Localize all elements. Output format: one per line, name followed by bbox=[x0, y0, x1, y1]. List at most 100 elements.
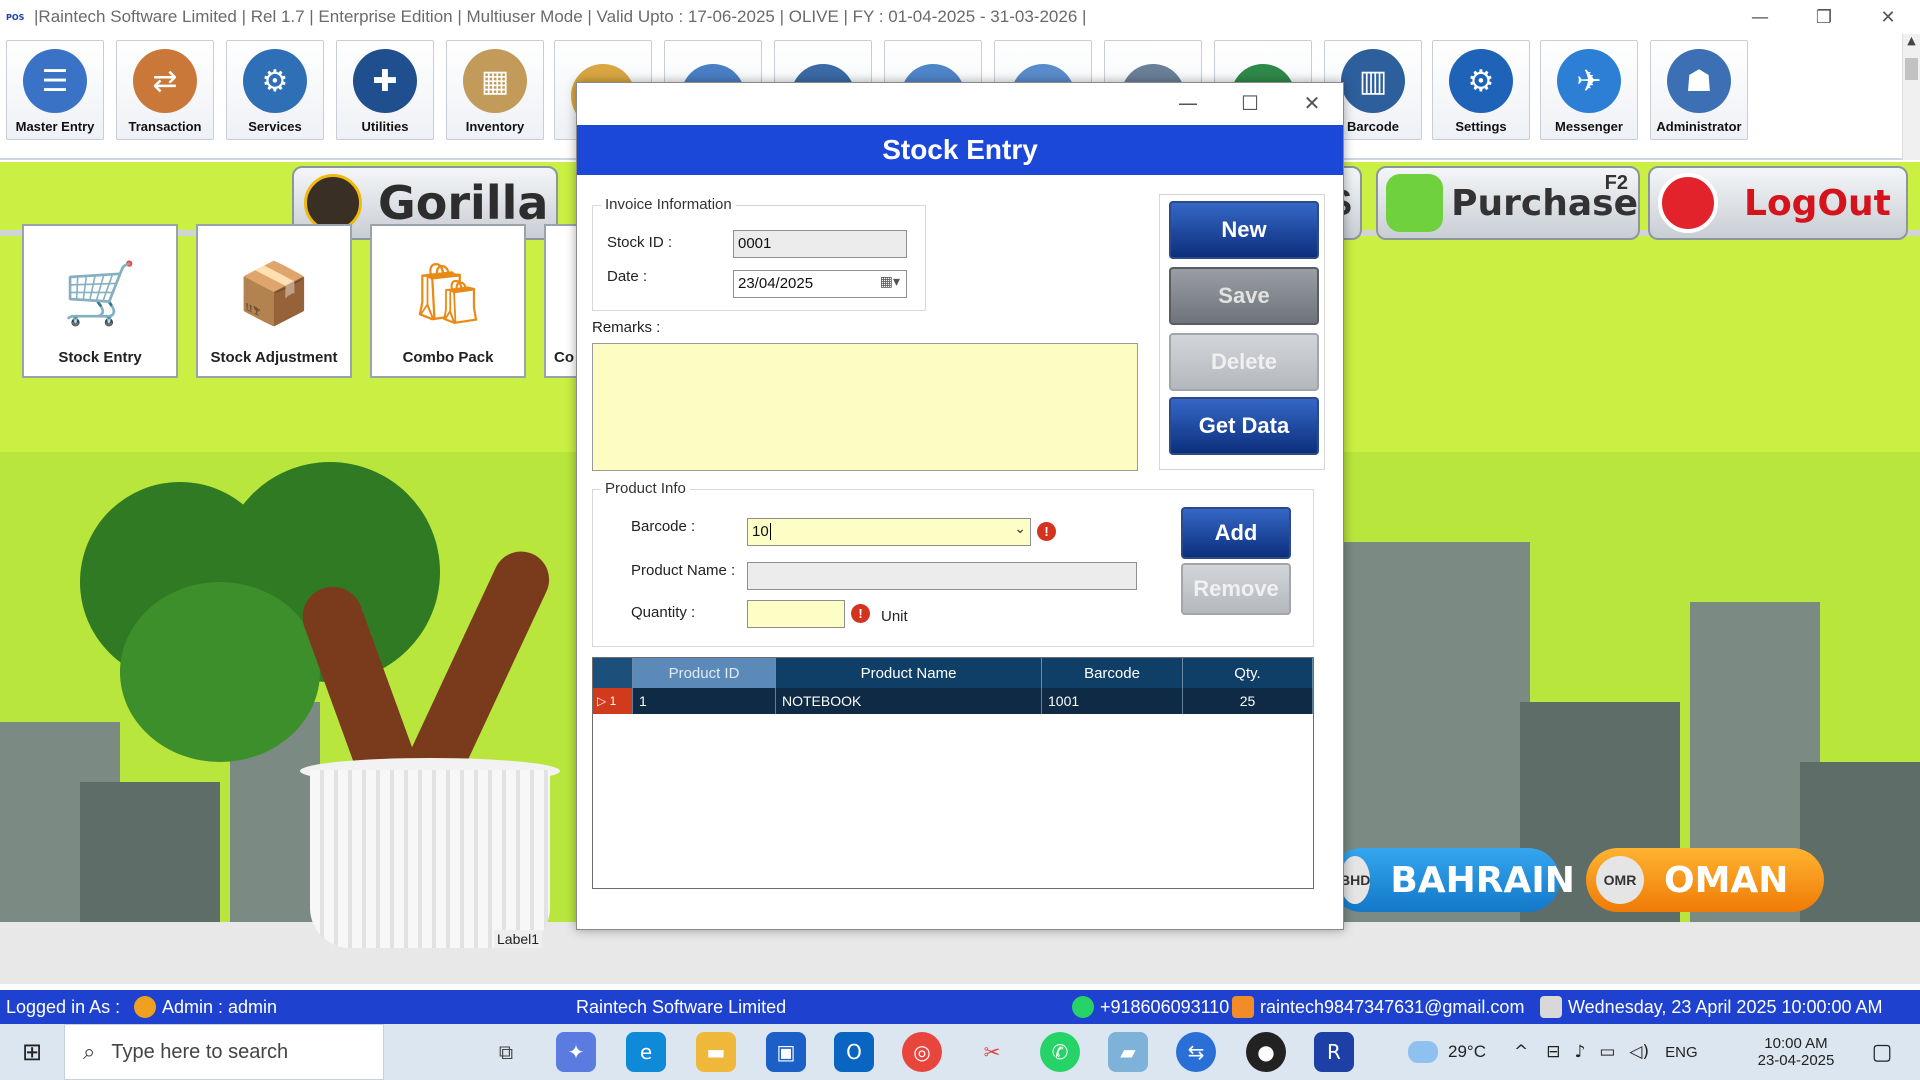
windows-start-icon[interactable]: ⊞ bbox=[0, 1024, 64, 1080]
close-button[interactable]: ✕ bbox=[1856, 0, 1920, 34]
settings-gear-icon: ⚙ bbox=[1449, 49, 1513, 113]
col-product-name[interactable]: Product Name bbox=[776, 658, 1042, 688]
logout-label: LogOut bbox=[1744, 182, 1891, 224]
bahrain-currency-badge: BHD bbox=[1340, 856, 1371, 904]
administrator-button[interactable]: ☗ Administrator bbox=[1650, 40, 1748, 140]
save-button[interactable]: Save bbox=[1169, 267, 1319, 325]
purchase-button[interactable]: Purchase F2 bbox=[1376, 166, 1640, 240]
barcode-combobox[interactable]: 10 ⌄ bbox=[747, 518, 1031, 546]
delete-button[interactable]: Delete bbox=[1169, 333, 1319, 391]
remarks-textarea[interactable] bbox=[592, 343, 1138, 471]
dialog-maximize-button[interactable]: ☐ bbox=[1219, 83, 1281, 123]
services-button[interactable]: ⚙ Services bbox=[226, 40, 324, 140]
master-entry-button[interactable]: ☰ Master Entry bbox=[6, 40, 104, 140]
toolbar-label: Messenger bbox=[1555, 119, 1623, 134]
flower-pot bbox=[310, 770, 550, 948]
utilities-button[interactable]: ✚ Utilities bbox=[336, 40, 434, 140]
invoice-information-group: Invoice Information Stock ID : 0001 Date… bbox=[592, 196, 926, 311]
whatsapp-taskbar-icon[interactable]: ✆ bbox=[1040, 1032, 1080, 1072]
remove-button[interactable]: Remove bbox=[1181, 563, 1291, 615]
task-view-icon[interactable]: ⧉ bbox=[486, 1032, 526, 1072]
product-grid[interactable]: Product ID Product Name Barcode Qty. ▷ 1… bbox=[592, 657, 1314, 889]
scroll-thumb[interactable] bbox=[1905, 58, 1918, 80]
add-button[interactable]: Add bbox=[1181, 507, 1291, 559]
remarks-label: Remarks : bbox=[592, 319, 661, 336]
barcode-scanner-icon: ▥ bbox=[1341, 49, 1405, 113]
display-icon[interactable]: ▭ bbox=[1599, 1042, 1615, 1062]
barcode-label: Barcode : bbox=[631, 518, 696, 535]
microphone-icon[interactable]: ♪ bbox=[1574, 1042, 1585, 1062]
language-indicator[interactable]: ENG bbox=[1665, 1044, 1698, 1061]
minimize-button[interactable]: — bbox=[1728, 0, 1792, 34]
quantity-field[interactable] bbox=[747, 600, 845, 628]
module-label: Stock Entry bbox=[58, 349, 142, 366]
grid-header: Product ID Product Name Barcode Qty. bbox=[593, 658, 1313, 688]
weather-icon[interactable] bbox=[1408, 1041, 1438, 1063]
dialog-minimize-button[interactable]: — bbox=[1157, 83, 1219, 123]
logout-button[interactable]: LogOut bbox=[1648, 166, 1908, 240]
stock-id-field[interactable]: 0001 bbox=[733, 230, 907, 258]
teamviewer-icon[interactable]: ⇆ bbox=[1176, 1032, 1216, 1072]
oman-button[interactable]: OMR OMAN bbox=[1586, 848, 1824, 912]
restore-button[interactable]: ❐ bbox=[1792, 0, 1856, 34]
combo-pack-module-button[interactable]: 🛍 Combo Pack bbox=[370, 224, 526, 378]
taskbar-clock[interactable]: 10:00 AM 23-04-2025 bbox=[1736, 1024, 1856, 1080]
stock-id-label: Stock ID : bbox=[607, 234, 673, 251]
oman-label: OMAN bbox=[1664, 859, 1789, 901]
transaction-button[interactable]: ⇄ Transaction bbox=[116, 40, 214, 140]
get-data-button[interactable]: Get Data bbox=[1169, 397, 1319, 455]
weather-temp[interactable]: 29°C bbox=[1448, 1042, 1486, 1062]
new-button[interactable]: New bbox=[1169, 201, 1319, 259]
outlook-icon[interactable]: O bbox=[834, 1032, 874, 1072]
volume-icon[interactable]: ◁) bbox=[1629, 1042, 1649, 1062]
bahrain-button[interactable]: BHD BAHRAIN bbox=[1330, 848, 1575, 912]
chrome-icon[interactable]: ◎ bbox=[902, 1032, 942, 1072]
quantity-error-icon: ! bbox=[851, 604, 870, 623]
inventory-button[interactable]: ▦ Inventory bbox=[446, 40, 544, 140]
app-logo-icon: POS bbox=[6, 12, 25, 22]
date-label: Date : bbox=[607, 268, 648, 285]
recorder-app-icon[interactable]: ● bbox=[1246, 1032, 1286, 1072]
toolbar-label: Master Entry bbox=[15, 119, 95, 134]
calendar-dropdown-icon[interactable]: ▦▾ bbox=[880, 274, 900, 290]
email-icon bbox=[1232, 996, 1254, 1018]
tray-expand-icon[interactable]: ^ bbox=[1514, 1042, 1528, 1062]
table-row[interactable]: ▷ 1 1 NOTEBOOK 1001 25 bbox=[593, 688, 1313, 714]
settings-button[interactable]: ⚙ Settings bbox=[1432, 40, 1530, 140]
dialog-close-button[interactable]: ✕ bbox=[1281, 83, 1343, 123]
notifications-icon[interactable]: ▢ bbox=[1860, 1024, 1904, 1080]
cell-product-name[interactable]: NOTEBOOK bbox=[776, 688, 1042, 714]
scroll-up-icon[interactable]: ▲ bbox=[1903, 34, 1920, 52]
edge-browser-icon[interactable]: e bbox=[626, 1032, 666, 1072]
col-product-id[interactable]: Product ID bbox=[633, 658, 776, 688]
toolbar-label: Administrator bbox=[1656, 119, 1742, 134]
label1: Label1 bbox=[494, 930, 543, 948]
date-picker[interactable]: 23/04/2025 ▦▾ bbox=[733, 270, 907, 298]
store-icon[interactable]: ▣ bbox=[766, 1032, 806, 1072]
row-indicator: ▷ 1 bbox=[593, 688, 633, 714]
partial-module-button[interactable]: Co bbox=[544, 224, 580, 378]
stock-adjustment-module-button[interactable]: 📦 Stock Adjustment bbox=[196, 224, 352, 378]
chevron-down-icon[interactable]: ⌄ bbox=[1014, 521, 1026, 537]
product-name-field[interactable] bbox=[747, 562, 1137, 590]
file-explorer-icon[interactable]: ▬ bbox=[696, 1032, 736, 1072]
cell-product-id[interactable]: 1 bbox=[633, 688, 776, 714]
messenger-button[interactable]: ✈ Messenger bbox=[1540, 40, 1638, 140]
network-icon[interactable]: ⊟ bbox=[1546, 1042, 1560, 1062]
notes-app-icon[interactable]: ▰ bbox=[1108, 1032, 1148, 1072]
toolbar-scrollbar[interactable]: ▲ bbox=[1902, 34, 1920, 160]
user-icon bbox=[134, 996, 156, 1018]
cell-barcode[interactable]: 1001 bbox=[1042, 688, 1183, 714]
taskbar-search-input[interactable]: ⌕ Type here to search bbox=[64, 1024, 384, 1080]
utilities-icon: ✚ bbox=[353, 49, 417, 113]
oman-currency-badge: OMR bbox=[1596, 856, 1644, 904]
dialog-window-controls: — ☐ ✕ bbox=[1157, 83, 1343, 123]
copilot-icon[interactable]: ✦ bbox=[556, 1032, 596, 1072]
col-qty[interactable]: Qty. bbox=[1183, 658, 1313, 688]
stock-entry-module-button[interactable]: 🛒 Stock Entry bbox=[22, 224, 178, 378]
row-pointer-icon: ▷ bbox=[597, 694, 607, 708]
col-barcode[interactable]: Barcode bbox=[1042, 658, 1183, 688]
cell-qty[interactable]: 25 bbox=[1183, 688, 1313, 714]
snipping-tool-icon[interactable]: ✂ bbox=[972, 1032, 1012, 1072]
raintech-app-icon[interactable]: R bbox=[1314, 1032, 1354, 1072]
